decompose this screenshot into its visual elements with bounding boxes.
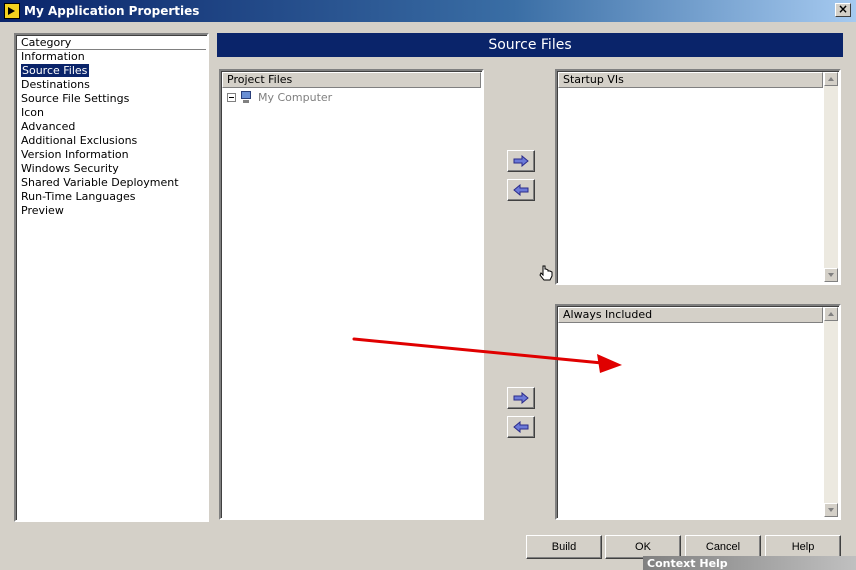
startup-vis-scrollbar[interactable] [824, 72, 838, 282]
title-bar: My Application Properties × [0, 0, 856, 22]
tree-item-label: My Computer [258, 90, 333, 104]
computer-icon [240, 91, 252, 103]
collapse-icon[interactable] [227, 92, 236, 102]
context-help-title: Context Help [647, 557, 728, 570]
app-icon [4, 3, 20, 19]
close-icon: × [837, 2, 849, 16]
category-item-shared-variable-deployment[interactable]: Shared Variable Deployment [20, 176, 207, 190]
category-list-panel: Category Information Source Files Destin… [14, 33, 209, 522]
category-item-destinations[interactable]: Destinations [20, 78, 207, 92]
scroll-down-icon[interactable] [824, 503, 838, 517]
remove-startup-vi-button[interactable] [507, 179, 535, 201]
project-files-tree[interactable]: Project Files My Computer [219, 69, 484, 520]
category-item-preview[interactable]: Preview [20, 204, 207, 218]
hand-cursor-icon [539, 265, 553, 281]
always-included-scrollbar[interactable] [824, 307, 838, 517]
category-header: Category [17, 36, 206, 50]
always-included-list[interactable]: Always Included [555, 304, 841, 520]
category-item-source-file-settings[interactable]: Source File Settings [20, 92, 207, 106]
category-item-advanced[interactable]: Advanced [20, 120, 207, 134]
startup-vis-list[interactable]: Startup VIs [555, 69, 841, 285]
category-list: Information Source Files Destinations So… [16, 50, 207, 218]
right-arrow-icon [513, 392, 529, 404]
add-startup-vi-button[interactable] [507, 150, 535, 172]
left-arrow-icon [513, 184, 529, 196]
category-item-version-information[interactable]: Version Information [20, 148, 207, 162]
section-title: Source Files [217, 33, 843, 57]
category-item-run-time-languages[interactable]: Run-Time Languages [20, 190, 207, 204]
category-item-additional-exclusions[interactable]: Additional Exclusions [20, 134, 207, 148]
remove-always-included-button[interactable] [507, 416, 535, 438]
scroll-down-icon[interactable] [824, 268, 838, 282]
left-arrow-icon [513, 421, 529, 433]
category-item-information[interactable]: Information [20, 50, 207, 64]
category-item-icon[interactable]: Icon [20, 106, 207, 120]
startup-vis-header: Startup VIs [558, 72, 823, 88]
context-help-window[interactable]: Context Help [643, 556, 856, 570]
close-button[interactable]: × [835, 3, 851, 17]
add-always-included-button[interactable] [507, 387, 535, 409]
always-included-header: Always Included [558, 307, 823, 323]
window-title: My Application Properties [24, 4, 200, 18]
scroll-up-icon[interactable] [824, 72, 838, 86]
category-item-windows-security[interactable]: Windows Security [20, 162, 207, 176]
project-files-header: Project Files [222, 72, 481, 88]
build-button[interactable]: Build [526, 535, 602, 559]
category-item-source-files[interactable]: Source Files [20, 64, 207, 78]
right-arrow-icon [513, 155, 529, 167]
tree-item-my-computer[interactable]: My Computer [227, 90, 332, 104]
scroll-up-icon[interactable] [824, 307, 838, 321]
